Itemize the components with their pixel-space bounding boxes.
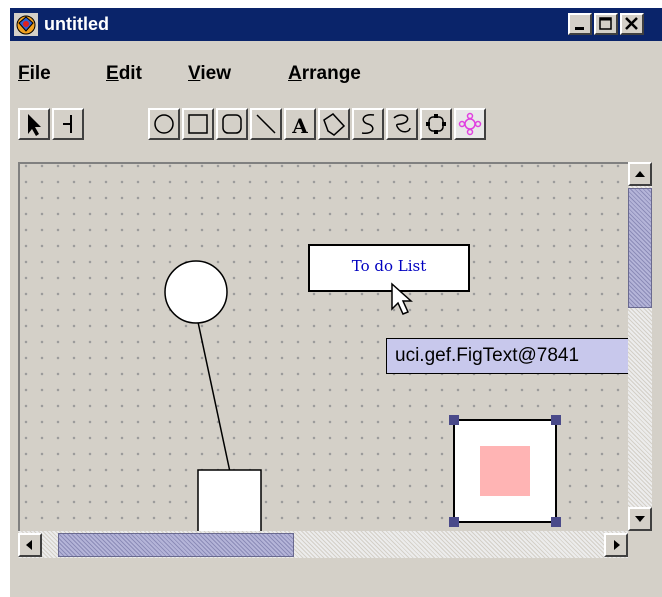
ink-tool-button[interactable] bbox=[386, 108, 418, 140]
port-node-tool-button[interactable] bbox=[454, 108, 486, 140]
line-tool-button[interactable] bbox=[250, 108, 282, 140]
text-figure[interactable]: To do List bbox=[308, 244, 470, 292]
arrow-left-icon bbox=[26, 540, 32, 550]
node-icon bbox=[426, 114, 446, 134]
ink-icon bbox=[393, 114, 411, 133]
spline-icon bbox=[361, 113, 375, 135]
text-tool-glyph: A bbox=[291, 114, 308, 138]
vertical-scrollbar[interactable] bbox=[628, 162, 652, 531]
arrow-pointer-icon bbox=[28, 114, 41, 136]
horizontal-scroll-thumb[interactable] bbox=[58, 533, 294, 557]
scroll-up-button[interactable] bbox=[628, 162, 652, 186]
connector-edge[interactable] bbox=[197, 321, 231, 473]
scrollbar-corner bbox=[628, 531, 652, 558]
arrow-down-icon bbox=[635, 516, 645, 522]
maximize-icon bbox=[599, 17, 612, 30]
window-title: untitled bbox=[44, 14, 109, 34]
app-window: untitled File Edit View Arrange A To do … bbox=[10, 8, 662, 597]
square-node-figure[interactable] bbox=[197, 469, 262, 531]
rectangle-tool-button[interactable] bbox=[182, 108, 214, 140]
minimize-icon bbox=[575, 27, 584, 30]
figure-tooltip: uci.gef.FigText@7841 c bbox=[386, 338, 628, 374]
selection-handle[interactable] bbox=[449, 517, 459, 527]
horizontal-scrollbar[interactable] bbox=[18, 531, 628, 558]
text-icon: A bbox=[291, 114, 308, 138]
node-inner-fill bbox=[480, 446, 530, 496]
scroll-down-button[interactable] bbox=[628, 507, 652, 531]
maximize-button[interactable] bbox=[594, 13, 618, 35]
toolbar: A bbox=[10, 102, 662, 152]
vertical-scroll-thumb[interactable] bbox=[628, 188, 652, 308]
text-tool-button[interactable]: A bbox=[284, 108, 316, 140]
tooltip-text: uci.gef.FigText@7841 bbox=[395, 345, 580, 366]
broom-tool-button[interactable] bbox=[52, 108, 84, 140]
text-figure-label: To do List bbox=[351, 257, 427, 275]
select-tool-button[interactable] bbox=[18, 108, 50, 140]
close-button[interactable] bbox=[620, 13, 644, 35]
spline-tool-button[interactable] bbox=[352, 108, 384, 140]
node-tool-button[interactable] bbox=[420, 108, 452, 140]
circle-figure[interactable] bbox=[164, 260, 228, 324]
polygon-tool-button[interactable] bbox=[318, 108, 350, 140]
arrow-right-icon bbox=[614, 540, 620, 550]
broom-icon bbox=[63, 115, 72, 133]
circle-icon bbox=[154, 114, 174, 134]
title-bar[interactable]: untitled bbox=[10, 8, 662, 41]
status-bar bbox=[10, 564, 662, 597]
menu-edit[interactable]: Edit bbox=[106, 63, 142, 85]
menu-view[interactable]: View bbox=[188, 63, 231, 85]
app-icon bbox=[14, 13, 38, 36]
rounded-rectangle-icon bbox=[222, 114, 242, 134]
polygon-icon bbox=[323, 113, 346, 136]
menu-bar: File Edit View Arrange bbox=[10, 41, 662, 91]
rounded-rectangle-tool-button[interactable] bbox=[216, 108, 248, 140]
scroll-right-button[interactable] bbox=[604, 533, 628, 557]
menu-file[interactable]: File bbox=[18, 63, 51, 85]
rectangle-icon bbox=[188, 114, 208, 134]
close-icon bbox=[625, 17, 638, 30]
line-icon bbox=[256, 114, 276, 134]
selection-handle[interactable] bbox=[551, 517, 561, 527]
selection-handle[interactable] bbox=[551, 415, 561, 425]
arrow-up-icon bbox=[635, 171, 645, 177]
minimize-button[interactable] bbox=[568, 13, 592, 35]
selection-handle[interactable] bbox=[449, 415, 459, 425]
port-node-icon bbox=[458, 112, 482, 136]
drawing-canvas[interactable]: To do List uci.gef.FigText@7841 c bbox=[18, 162, 628, 531]
circle-tool-button[interactable] bbox=[148, 108, 180, 140]
mouse-cursor-icon bbox=[391, 282, 413, 315]
menu-arrange[interactable]: Arrange bbox=[288, 63, 361, 85]
scroll-left-button[interactable] bbox=[18, 533, 42, 557]
